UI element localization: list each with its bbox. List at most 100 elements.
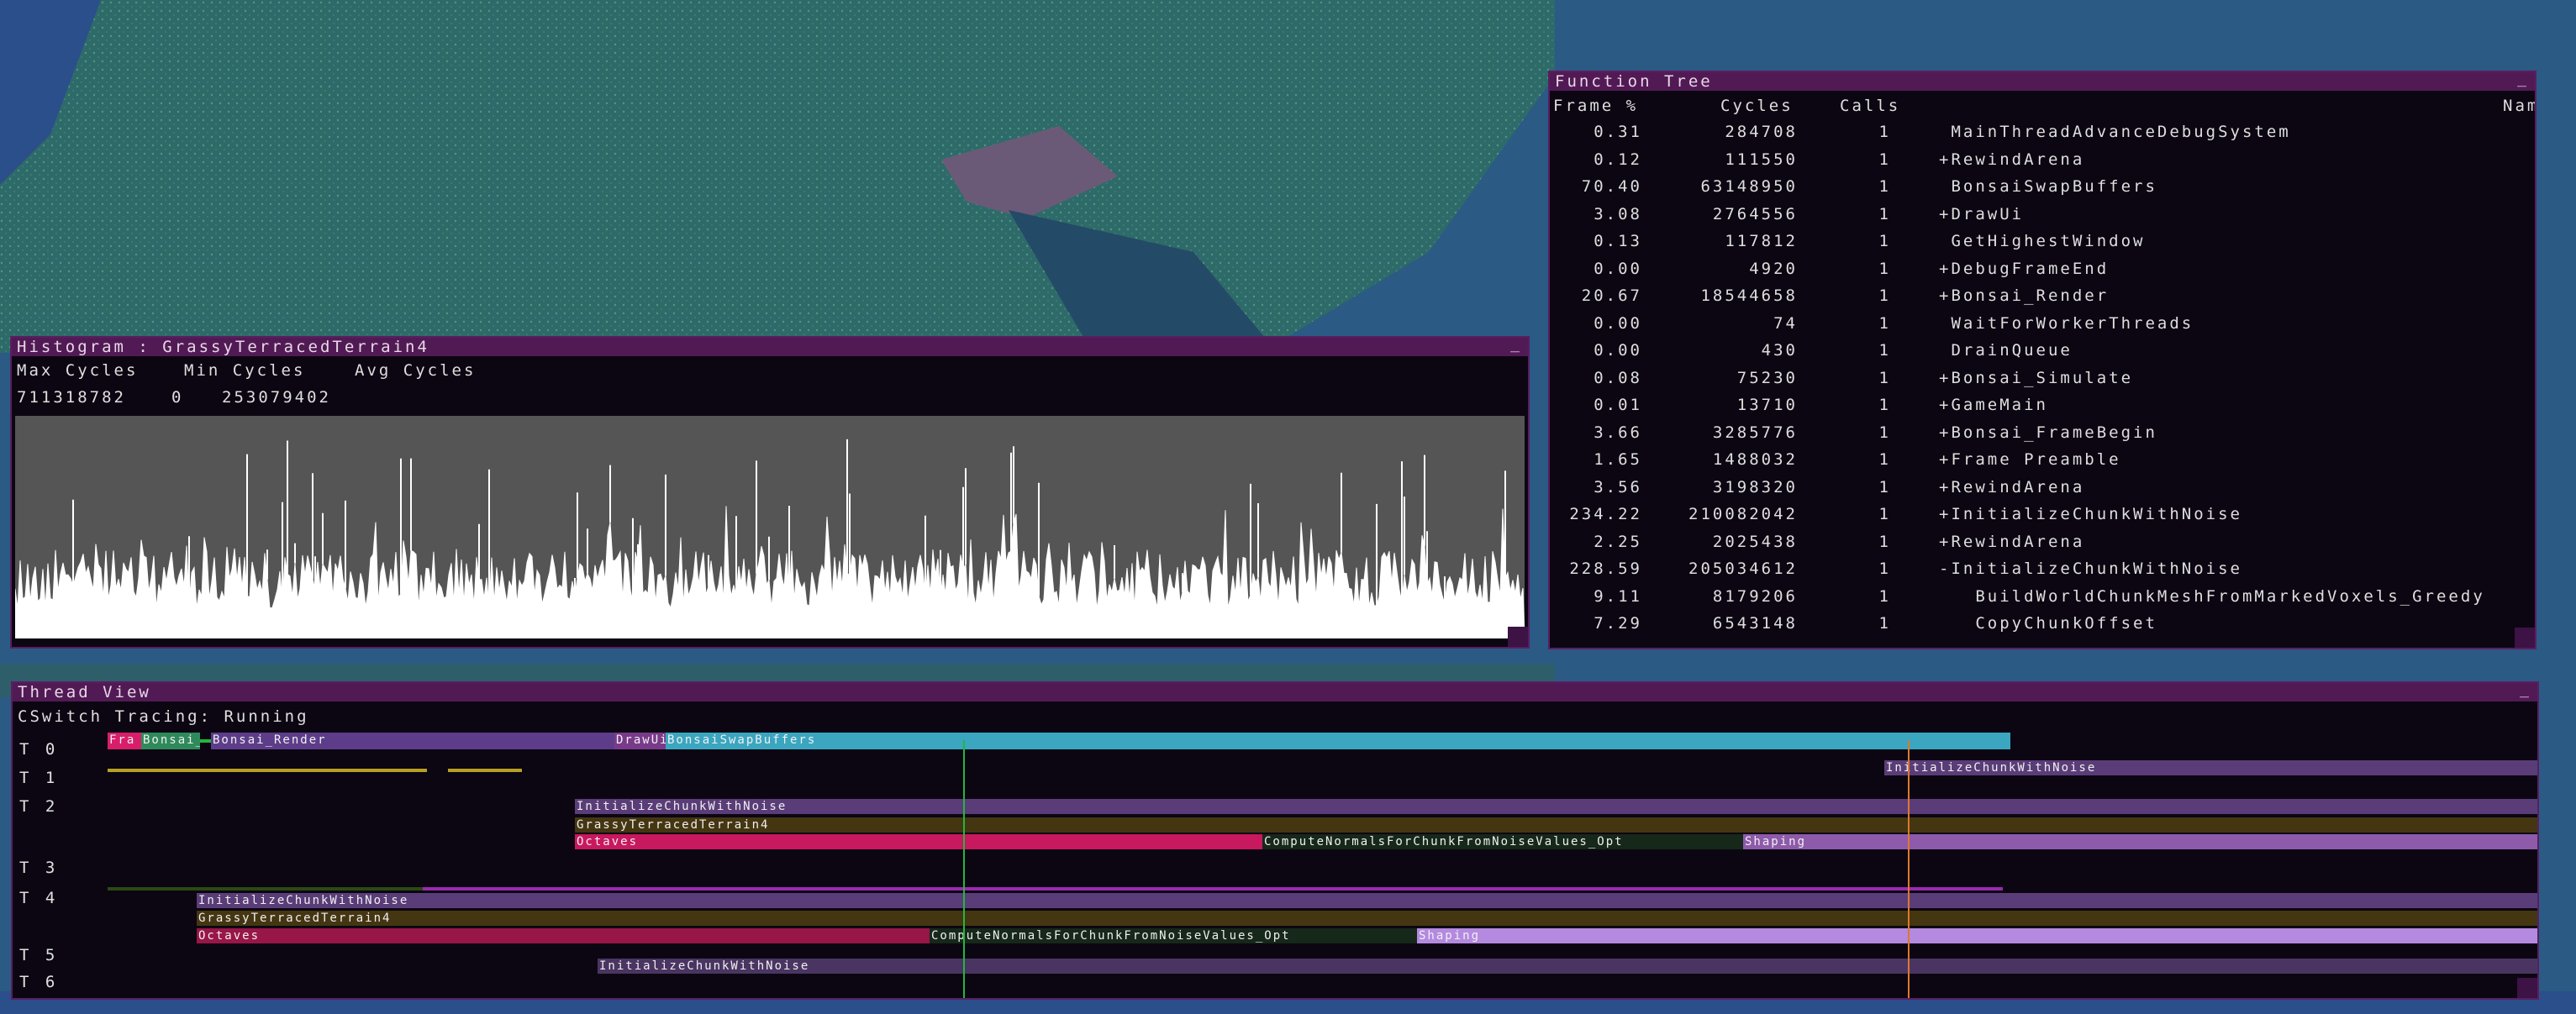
column-header-name[interactable]: Nam xyxy=(2503,97,2535,115)
resize-handle[interactable] xyxy=(2515,628,2535,648)
min-cycles-value: 0 xyxy=(171,388,184,407)
function-tree-row[interactable]: 228.59 205034612 1 -InitializeChunkWithNois… xyxy=(1550,560,2535,586)
t0-sub-line xyxy=(108,769,427,772)
function-tree-row[interactable]: 0.00 430 1 DrainQueue xyxy=(1550,341,2535,368)
thread-bar-swap-buffers[interactable]: BonsaiSwapBuffers xyxy=(666,733,2010,749)
function-tree-row[interactable]: 20.67 18544658 1 +Bonsai_Render xyxy=(1550,286,2535,313)
row-name: +InitializeChunkWithNoise xyxy=(1939,505,2242,523)
row-calls: 1 xyxy=(1878,313,1891,333)
function-tree-row[interactable]: 70.40 63148950 1 BonsaiSwapBuffers xyxy=(1550,177,2535,204)
row-cycles: 2025438 xyxy=(1712,532,1798,551)
function-tree-row[interactable]: 0.00 4920 1 +DebugFrameEnd xyxy=(1550,260,2535,286)
thread-bar-init-chunk[interactable]: InitializeChunkWithNoise xyxy=(1884,760,2537,775)
row-cycles: 6543148 xyxy=(1712,614,1798,633)
function-tree-row[interactable]: 9.11 8179206 1 BuildWorldChunkMeshFromMark… xyxy=(1550,587,2535,614)
row-calls: 1 xyxy=(1878,232,1891,250)
function-tree-row[interactable]: 0.08 75230 1 +Bonsai_Simulate xyxy=(1550,369,2535,396)
row-frame-pct: 0.00 xyxy=(1594,259,1642,278)
thread-bar-init-chunk[interactable]: InitializeChunkWithNoise xyxy=(575,799,2537,814)
thread-bar-shaping[interactable]: Shaping xyxy=(1417,928,2537,943)
thread-bar-compute-normals[interactable]: ComputeNormalsForChunkFromNoiseValues_Op… xyxy=(1262,834,1743,849)
row-cycles: 8179206 xyxy=(1712,586,1798,606)
row-name: WaitForWorkerThreads xyxy=(1939,313,2194,333)
cswitch-status: CSwitch Tracing: Running xyxy=(18,707,309,726)
function-tree-row[interactable]: 0.00 74 1 WaitForWorkerThreads xyxy=(1550,314,2535,341)
row-name: +DrawUi xyxy=(1939,204,2025,223)
thread-bar-init-chunk[interactable]: InitializeChunkWithNoise xyxy=(197,893,2537,908)
thread-label-t2: T 2 xyxy=(19,797,59,816)
minimize-button[interactable]: _ xyxy=(2520,683,2529,699)
thread-bar-init-chunk[interactable]: InitializeChunkWithNoise xyxy=(598,959,2537,974)
row-name: CopyChunkOffset xyxy=(1939,614,2157,633)
column-header-frame-pct[interactable]: Frame % xyxy=(1553,97,1638,115)
thread-bar-terrain[interactable]: GrassyTerracedTerrain4 xyxy=(197,911,2537,926)
row-calls: 1 xyxy=(1878,477,1891,496)
row-name: +Bonsai_Render xyxy=(1939,286,2110,305)
row-cycles: 1488032 xyxy=(1712,450,1798,469)
row-frame-pct: 228.59 xyxy=(1569,560,1642,578)
row-frame-pct: 20.67 xyxy=(1581,286,1642,305)
thread-label-t0: T 0 xyxy=(19,740,59,759)
function-tree-panel[interactable]: Function Tree _ Frame % Cycles Calls Nam… xyxy=(1548,71,2536,649)
function-tree-row[interactable]: 1.65 1488032 1 +Frame Preamble xyxy=(1550,450,2535,477)
row-cycles: 3285776 xyxy=(1712,423,1798,442)
row-calls: 1 xyxy=(1878,560,1891,578)
row-frame-pct: 0.31 xyxy=(1594,123,1642,141)
thread-view-titlebar[interactable]: Thread View _ xyxy=(13,683,2537,701)
function-tree-row[interactable]: 234.22 210082042 1 +InitializeChunkWithNois… xyxy=(1550,505,2535,532)
function-tree-row[interactable]: 3.08 2764556 1 +DrawUi xyxy=(1550,205,2535,232)
thread-bar-shaping[interactable]: Shaping xyxy=(1743,834,2537,849)
row-calls: 1 xyxy=(1878,368,1891,387)
row-cycles: 4920 xyxy=(1749,259,1798,278)
function-tree-row[interactable]: 0.01 13710 1 +GameMain xyxy=(1550,396,2535,423)
thread-bar-octaves[interactable]: Octaves xyxy=(197,928,930,943)
t0-sub-line xyxy=(448,769,522,772)
histogram-panel[interactable]: Histogram : GrassyTerracedTerrain4 _ Max… xyxy=(10,336,1530,649)
row-frame-pct: 1.65 xyxy=(1594,450,1642,469)
resize-handle[interactable] xyxy=(1508,627,1528,647)
thread-bar-terrain[interactable]: GrassyTerracedTerrain4 xyxy=(575,817,2537,833)
row-cycles: 111550 xyxy=(1725,150,1798,169)
row-calls: 1 xyxy=(1878,423,1891,442)
thread-bar-bonsai[interactable]: Bonsai_ xyxy=(141,733,200,749)
function-tree-row[interactable]: 7.29 6543148 1 CopyChunkOffset xyxy=(1550,614,2535,641)
resize-handle[interactable] xyxy=(2517,978,2537,998)
column-header-cycles[interactable]: Cycles xyxy=(1720,97,1794,115)
thread-bar-bonsai-render[interactable]: Bonsai_Render xyxy=(211,733,614,749)
row-name: +GameMain xyxy=(1939,396,2048,414)
frame-marker-green[interactable] xyxy=(963,740,965,998)
row-name: -InitializeChunkWithNoise xyxy=(1939,560,2242,578)
row-calls: 1 xyxy=(1878,341,1891,360)
minimize-button[interactable]: _ xyxy=(2517,72,2526,88)
row-cycles: 63148950 xyxy=(1700,177,1798,196)
avg-cycles-value: 253079402 xyxy=(222,388,331,407)
row-frame-pct: 7.29 xyxy=(1594,614,1642,633)
frame-marker-orange[interactable] xyxy=(1908,740,1910,998)
row-calls: 1 xyxy=(1878,150,1891,169)
thread-bar-octaves[interactable]: Octaves xyxy=(575,834,1262,849)
thread-view-panel[interactable]: Thread View _ CSwitch Tracing: Running T… xyxy=(11,681,2539,1000)
function-tree-row[interactable]: 0.31 284708 1 MainThreadAdvanceDebugSystem xyxy=(1550,123,2535,150)
function-tree-row[interactable]: 2.25 2025438 1 +RewindArena xyxy=(1550,533,2535,560)
minimize-button[interactable]: _ xyxy=(1510,338,1520,354)
histogram-titlebar[interactable]: Histogram : GrassyTerracedTerrain4 _ xyxy=(12,338,1528,356)
row-cycles: 210082042 xyxy=(1688,505,1798,523)
function-tree-row[interactable]: 3.56 3198320 1 +RewindArena xyxy=(1550,478,2535,505)
column-header-calls[interactable]: Calls xyxy=(1840,97,1900,115)
histogram-plot[interactable] xyxy=(15,416,1525,638)
function-tree-titlebar[interactable]: Function Tree _ xyxy=(1550,72,2535,91)
thread-bar-frame[interactable]: Fra xyxy=(108,733,141,749)
row-cycles: 75230 xyxy=(1736,368,1798,387)
row-calls: 1 xyxy=(1878,259,1891,278)
thread-label-t1: T 1 xyxy=(19,769,59,787)
row-cycles: 2764556 xyxy=(1712,204,1798,223)
thread-bar-drawui[interactable]: DrawUi xyxy=(614,733,673,749)
function-tree-row[interactable]: 0.12 111550 1 +RewindArena xyxy=(1550,150,2535,177)
row-name: BonsaiSwapBuffers xyxy=(1939,177,2157,196)
row-calls: 1 xyxy=(1878,123,1891,141)
function-tree-row[interactable]: 0.13 117812 1 GetHighestWindow xyxy=(1550,232,2535,259)
function-tree-row[interactable]: 3.66 3285776 1 +Bonsai_FrameBegin xyxy=(1550,423,2535,450)
row-frame-pct: 70.40 xyxy=(1581,177,1642,196)
thread-bar-compute-normals[interactable]: ComputeNormalsForChunkFromNoiseValues_Op… xyxy=(930,928,1417,943)
row-frame-pct: 0.01 xyxy=(1594,396,1642,414)
